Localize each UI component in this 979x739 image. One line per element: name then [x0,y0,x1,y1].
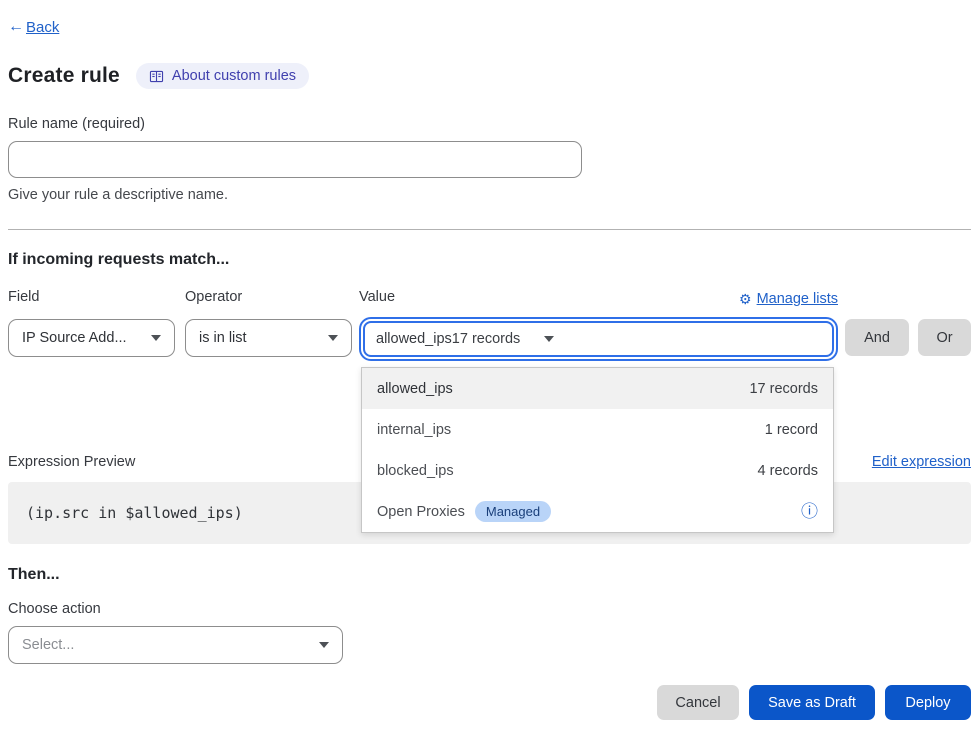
back-link[interactable]: ← Back [8,18,59,36]
rule-name-helper: Give your rule a descriptive name. [8,187,971,203]
value-column: Value ⚙ Manage lists allowed_ips 17 reco… [359,289,838,357]
edit-expression-link[interactable]: Edit expression [872,454,971,470]
caret-down-icon [151,335,161,341]
back-label: Back [26,19,59,36]
create-rule-page: ← Back Create rule About custom rules Ru… [0,0,979,739]
save-as-draft-button[interactable]: Save as Draft [749,685,875,720]
or-button[interactable]: Or [918,319,971,356]
expression-preview-label: Expression Preview [8,454,135,470]
choose-action-label: Choose action [8,601,971,617]
managed-badge: Managed [475,501,551,522]
action-select[interactable]: Select... [8,626,343,664]
deploy-button[interactable]: Deploy [885,685,971,720]
dropdown-option-open-proxies[interactable]: Open Proxies Managed ⓘ [362,491,833,532]
rule-name-input[interactable] [8,141,582,178]
about-badge-label: About custom rules [172,68,296,84]
cancel-button[interactable]: Cancel [657,685,739,720]
option-records: 1 record [765,422,818,438]
option-name-group: Open Proxies Managed [377,501,551,522]
action-select-placeholder: Select... [22,637,309,653]
page-title: Create rule [8,64,120,88]
option-name: Open Proxies [377,504,465,520]
back-row: ← Back [8,18,971,36]
manage-lists-label: Manage lists [757,291,838,307]
value-select-records: 17 records [452,331,521,347]
option-name: allowed_ips [377,381,453,397]
book-icon [149,70,164,83]
option-name: blocked_ips [377,463,454,479]
field-select-value: IP Source Add... [22,330,141,346]
section-divider [8,229,971,230]
and-button[interactable]: And [845,319,909,356]
operator-select-value: is in list [199,330,318,346]
dropdown-option-allowed-ips[interactable]: allowed_ips 17 records [362,368,833,409]
caret-down-icon [319,642,329,648]
field-label: Field [8,289,175,309]
operator-select[interactable]: is in list [185,319,352,357]
operator-column: Operator is in list [185,289,352,357]
operator-label: Operator [185,289,352,309]
list-dropdown-panel: allowed_ips 17 records internal_ips 1 re… [361,367,834,533]
and-or-buttons: And Or [845,319,971,357]
about-custom-rules-link[interactable]: About custom rules [136,63,309,89]
title-row: Create rule About custom rules [8,63,971,89]
match-row: Field IP Source Add... Operator is in li… [8,289,971,357]
field-select[interactable]: IP Source Add... [8,319,175,357]
value-label: Value [359,289,395,309]
dropdown-option-blocked-ips[interactable]: blocked_ips 4 records [362,450,833,491]
value-select-selected: allowed_ips [376,331,452,347]
caret-down-icon [328,335,338,341]
match-heading: If incoming requests match... [8,251,971,269]
value-select[interactable]: allowed_ips 17 records [363,321,834,357]
then-heading: Then... [8,566,971,584]
info-icon[interactable]: ⓘ [801,503,818,520]
option-name: internal_ips [377,422,451,438]
expression-code: (ip.src in $allowed_ips) [26,504,243,522]
caret-down-icon [544,336,554,342]
dropdown-option-internal-ips[interactable]: internal_ips 1 record [362,409,833,450]
field-column: Field IP Source Add... [8,289,175,357]
option-records: 4 records [758,463,818,479]
footer-actions: Cancel Save as Draft Deploy [8,685,971,720]
rule-name-label: Rule name (required) [8,116,971,132]
option-records: 17 records [749,381,818,397]
manage-lists-link[interactable]: ⚙ Manage lists [739,291,838,308]
back-arrow-icon: ← [8,18,24,36]
gear-icon: ⚙ [739,291,752,308]
value-label-row: Value ⚙ Manage lists [359,289,838,309]
